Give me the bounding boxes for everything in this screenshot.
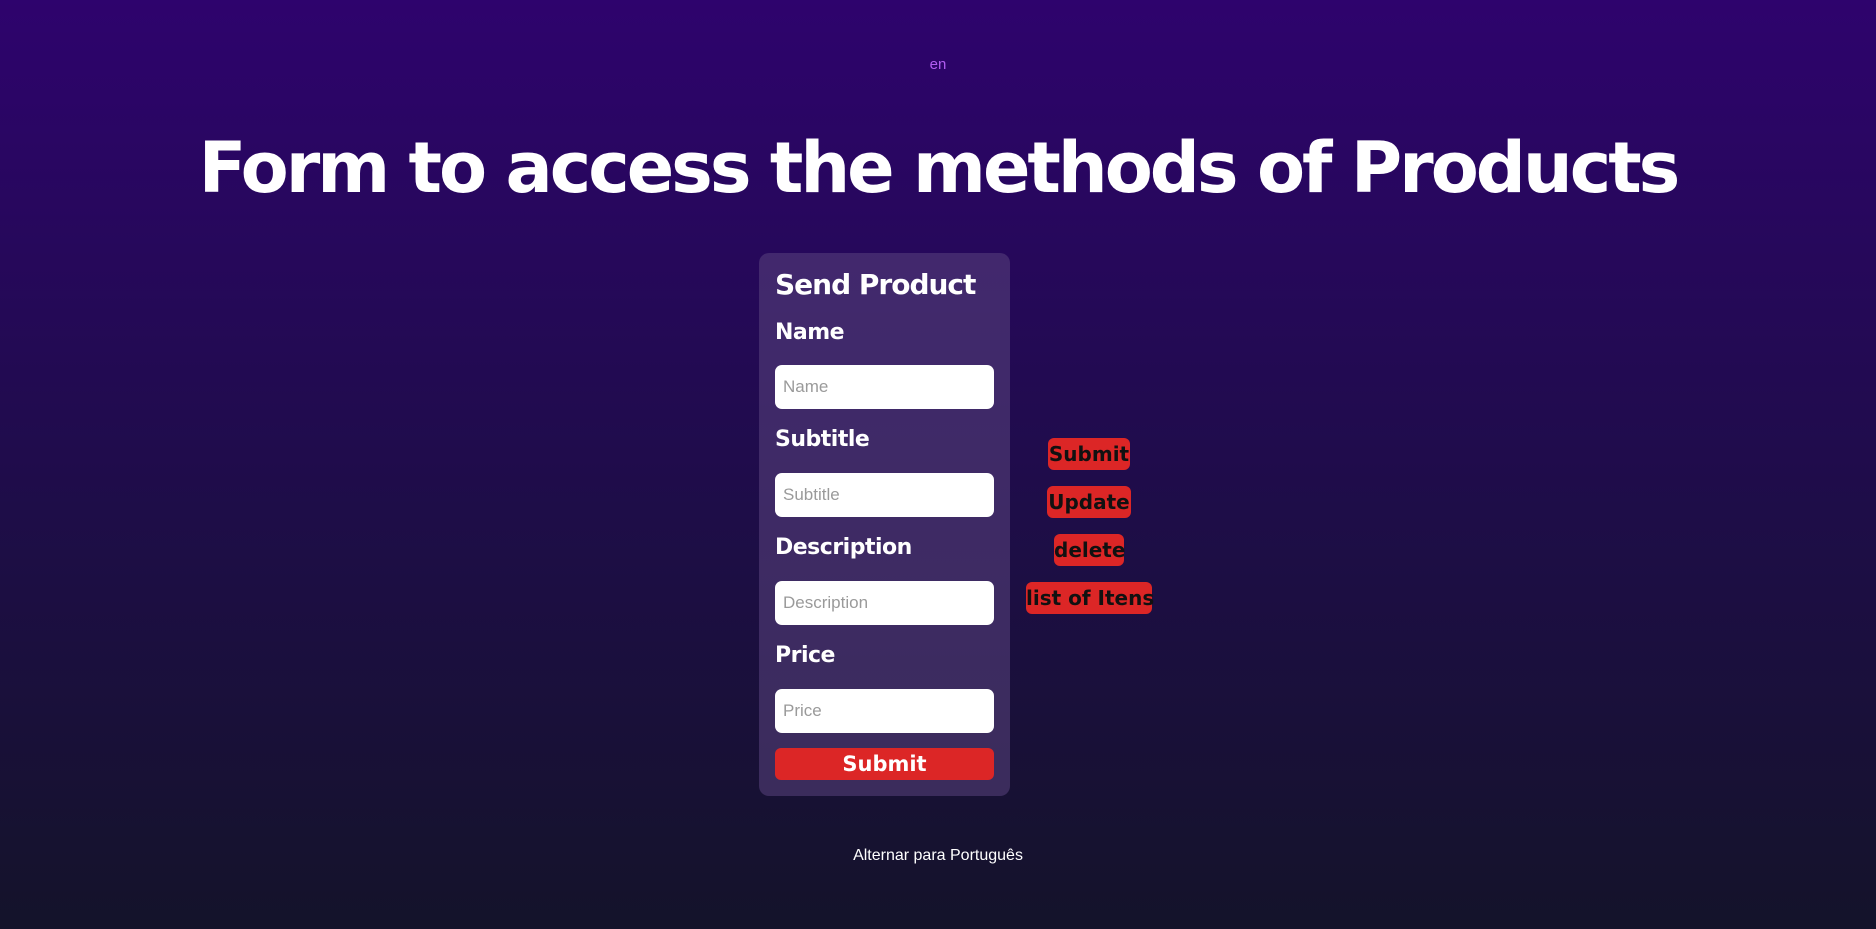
form-title: Send Product [775,268,976,301]
update-action-button[interactable]: Update [1047,486,1131,518]
form-submit-button[interactable]: Submit [775,748,994,780]
description-input[interactable] [775,581,994,625]
description-label: Description [775,535,912,560]
submit-action-button[interactable]: Submit [1048,438,1130,470]
send-product-form: Send Product Name Subtitle Description P… [759,253,1010,796]
subtitle-input[interactable] [775,473,994,517]
list-items-button[interactable]: list of Itens [1026,582,1154,614]
toggle-language-link[interactable]: Alternar para Português [0,847,1876,865]
name-label: Name [775,320,845,345]
page-title: Form to access the methods of Products [198,127,1681,209]
subtitle-label: Subtitle [775,427,870,452]
price-label: Price [775,643,835,668]
price-input[interactable] [775,689,994,733]
language-indicator: en [929,56,947,73]
delete-action-button[interactable]: delete [1054,534,1125,566]
name-input[interactable] [775,365,994,409]
